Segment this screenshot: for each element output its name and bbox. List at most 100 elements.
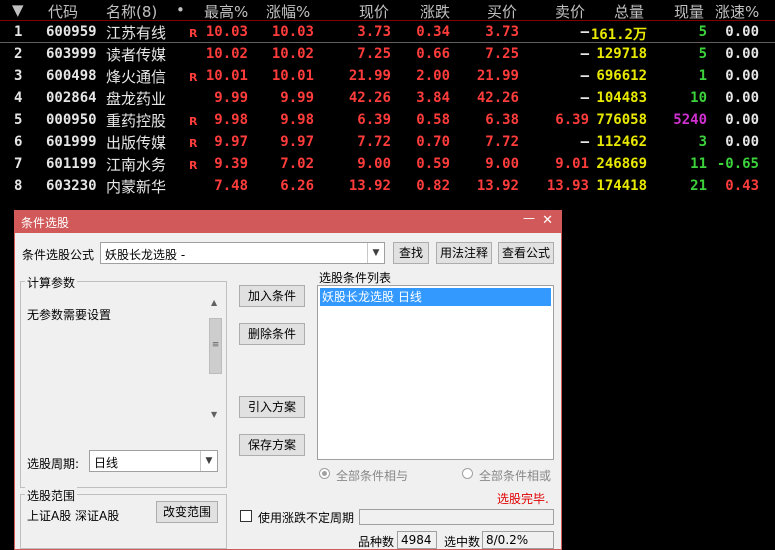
stock-code: 601199	[46, 156, 97, 172]
find-button[interactable]: 查找	[393, 242, 429, 264]
scroll-thumb[interactable]: ≡	[209, 318, 222, 374]
stock-code: 002864	[46, 90, 97, 106]
radio-and-label: 全部条件相与	[336, 469, 409, 483]
stock-name: 烽火通信	[106, 68, 167, 86]
stock-code: 600498	[46, 68, 97, 84]
header-high[interactable]: 最高%	[204, 1, 248, 22]
header-speed[interactable]: 涨速%	[715, 1, 759, 22]
params-group-title: 计算参数	[25, 274, 78, 291]
selected-value: 8/0.2%	[486, 533, 529, 547]
formula-select[interactable]: 妖股长龙选股 - ▼	[100, 242, 385, 264]
count-value: 4984	[401, 533, 432, 547]
variable-period-checkbox[interactable]	[240, 510, 252, 522]
minimize-icon[interactable]: —	[523, 211, 535, 225]
price: 7.25	[357, 46, 391, 62]
change-range-button[interactable]: 改变范围	[156, 501, 218, 523]
chg-pct: 10.02	[271, 46, 314, 62]
speed-pct: 0.43	[725, 178, 759, 194]
stock-name: 江南水务	[106, 156, 167, 174]
scroll-up-icon[interactable]: ▲	[211, 298, 217, 307]
header-ask[interactable]: 卖价	[555, 1, 585, 22]
radio-or-label: 全部条件相或	[479, 469, 552, 483]
stock-name: 出版传媒	[106, 134, 167, 152]
range-group-title: 选股范围	[25, 487, 78, 504]
high-pct: 9.98	[214, 112, 248, 128]
variable-period-label: 使用涨跌不定周期	[258, 511, 355, 525]
ask-price: —	[580, 90, 589, 106]
price: 42.26	[348, 90, 391, 106]
delete-condition-button[interactable]: 删除条件	[239, 323, 305, 345]
bid-price: 7.25	[485, 46, 519, 62]
condition-list[interactable]: 妖股长龙选股 日线	[317, 285, 554, 460]
count-label: 品种数	[358, 535, 395, 549]
header-change[interactable]: 涨跌	[420, 1, 450, 22]
close-icon[interactable]: ✕	[542, 213, 553, 228]
speed-pct: 0.00	[725, 134, 759, 150]
volume: 129718	[596, 46, 647, 62]
table-row[interactable]: 4 002864 盘龙药业 9.99 9.99 42.26 3.84 42.26 — 104483…	[0, 87, 775, 109]
bid-price: 3.73	[485, 24, 519, 40]
scroll-down-icon[interactable]: ▼	[211, 410, 217, 419]
header-cur-vol[interactable]: 现量	[674, 1, 704, 22]
header-bid[interactable]: 买价	[487, 1, 517, 22]
chg-pct: 9.97	[280, 134, 314, 150]
stock-code: 600959	[46, 24, 97, 40]
status-text: 选股完毕.	[497, 492, 549, 506]
volume: 246869	[596, 156, 647, 172]
dialog-titlebar[interactable]: 条件选股 — ✕	[15, 211, 561, 233]
usage-notes-button[interactable]: 用法注释	[436, 242, 492, 264]
chevron-down-icon[interactable]: ▼	[367, 243, 384, 263]
sort-down-icon[interactable]: ▼	[12, 1, 24, 19]
table-row[interactable]: 1 600959 江苏有线 R 10.03 10.03 3.73 0.34 3.73 —161.2…	[0, 21, 775, 43]
header-name[interactable]: 名称(8)	[106, 1, 157, 22]
add-condition-button[interactable]: 加入条件	[239, 285, 305, 307]
progress-field	[359, 509, 554, 525]
chg-pct: 10.03	[271, 24, 314, 40]
view-formula-button[interactable]: 查看公式	[498, 242, 554, 264]
change: 0.66	[416, 46, 450, 62]
import-plan-button[interactable]: 引入方案	[239, 396, 305, 418]
price: 7.72	[357, 134, 391, 150]
scroll-grip-icon: ≡	[211, 340, 220, 350]
high-pct: 10.03	[205, 24, 248, 40]
chevron-down-icon[interactable]: ▼	[200, 451, 217, 471]
ask-price: —	[580, 134, 589, 150]
high-pct: 10.01	[205, 68, 248, 84]
selected-field: 8/0.2%	[482, 531, 554, 549]
high-pct: 9.39	[214, 156, 248, 172]
list-item[interactable]: 妖股长龙选股 日线	[320, 288, 551, 306]
bid-price: 9.00	[485, 156, 519, 172]
change: 0.58	[416, 112, 450, 128]
price: 3.73	[357, 24, 391, 40]
stock-screener-dialog: 条件选股 — ✕ 条件选股公式 妖股长龙选股 - ▼ 查找 用法注释 查看公式 …	[14, 210, 562, 550]
header-volume[interactable]: 总量	[614, 1, 644, 22]
period-select[interactable]: 日线 ▼	[89, 450, 218, 472]
price: 9.00	[357, 156, 391, 172]
stock-name: 读者传媒	[106, 46, 167, 64]
table-row[interactable]: 6 601999 出版传媒 R 9.97 9.97 7.72 0.70 7.72 — 112462 3…	[0, 131, 775, 153]
speed-pct: 0.00	[725, 46, 759, 62]
header-chg-pct[interactable]: 涨幅%	[266, 1, 310, 22]
selected-row-underline	[0, 42, 775, 43]
params-text: 无参数需要设置	[27, 308, 112, 322]
volume: 104483	[596, 90, 647, 106]
bid-price: 6.38	[485, 112, 519, 128]
table-row[interactable]: 3 600498 烽火通信 R 10.01 10.01 21.99 2.00 21.99 — 696…	[0, 65, 775, 87]
table-row[interactable]: 8 603230 内蒙新华 7.48 6.26 13.92 0.82 13.92 13.93 17…	[0, 175, 775, 197]
chg-pct: 10.01	[271, 68, 314, 84]
table-row[interactable]: 2 603999 读者传媒 10.02 10.02 7.25 0.66 7.25 — 129718…	[0, 43, 775, 65]
radio-or[interactable]	[462, 468, 473, 479]
radio-and[interactable]	[319, 468, 330, 479]
stock-name: 盘龙药业	[106, 90, 167, 108]
header-price[interactable]: 现价	[359, 1, 389, 22]
params-scrollbar[interactable]: ▲ ≡ ▼	[208, 298, 223, 421]
save-plan-button[interactable]: 保存方案	[239, 434, 305, 456]
price: 21.99	[348, 68, 391, 84]
period-value: 日线	[94, 456, 119, 470]
table-row[interactable]: 7 601199 江南水务 R 9.39 7.02 9.00 0.59 9.00 9.01 2468…	[0, 153, 775, 175]
stock-name: 内蒙新华	[106, 178, 167, 196]
table-row[interactable]: 5 000950 重药控股 R 9.98 9.98 6.39 0.58 6.38 6.39 7760…	[0, 109, 775, 131]
header-code[interactable]: 代码	[48, 1, 78, 22]
volume: 112462	[596, 134, 647, 150]
bid-price: 42.26	[476, 90, 519, 106]
